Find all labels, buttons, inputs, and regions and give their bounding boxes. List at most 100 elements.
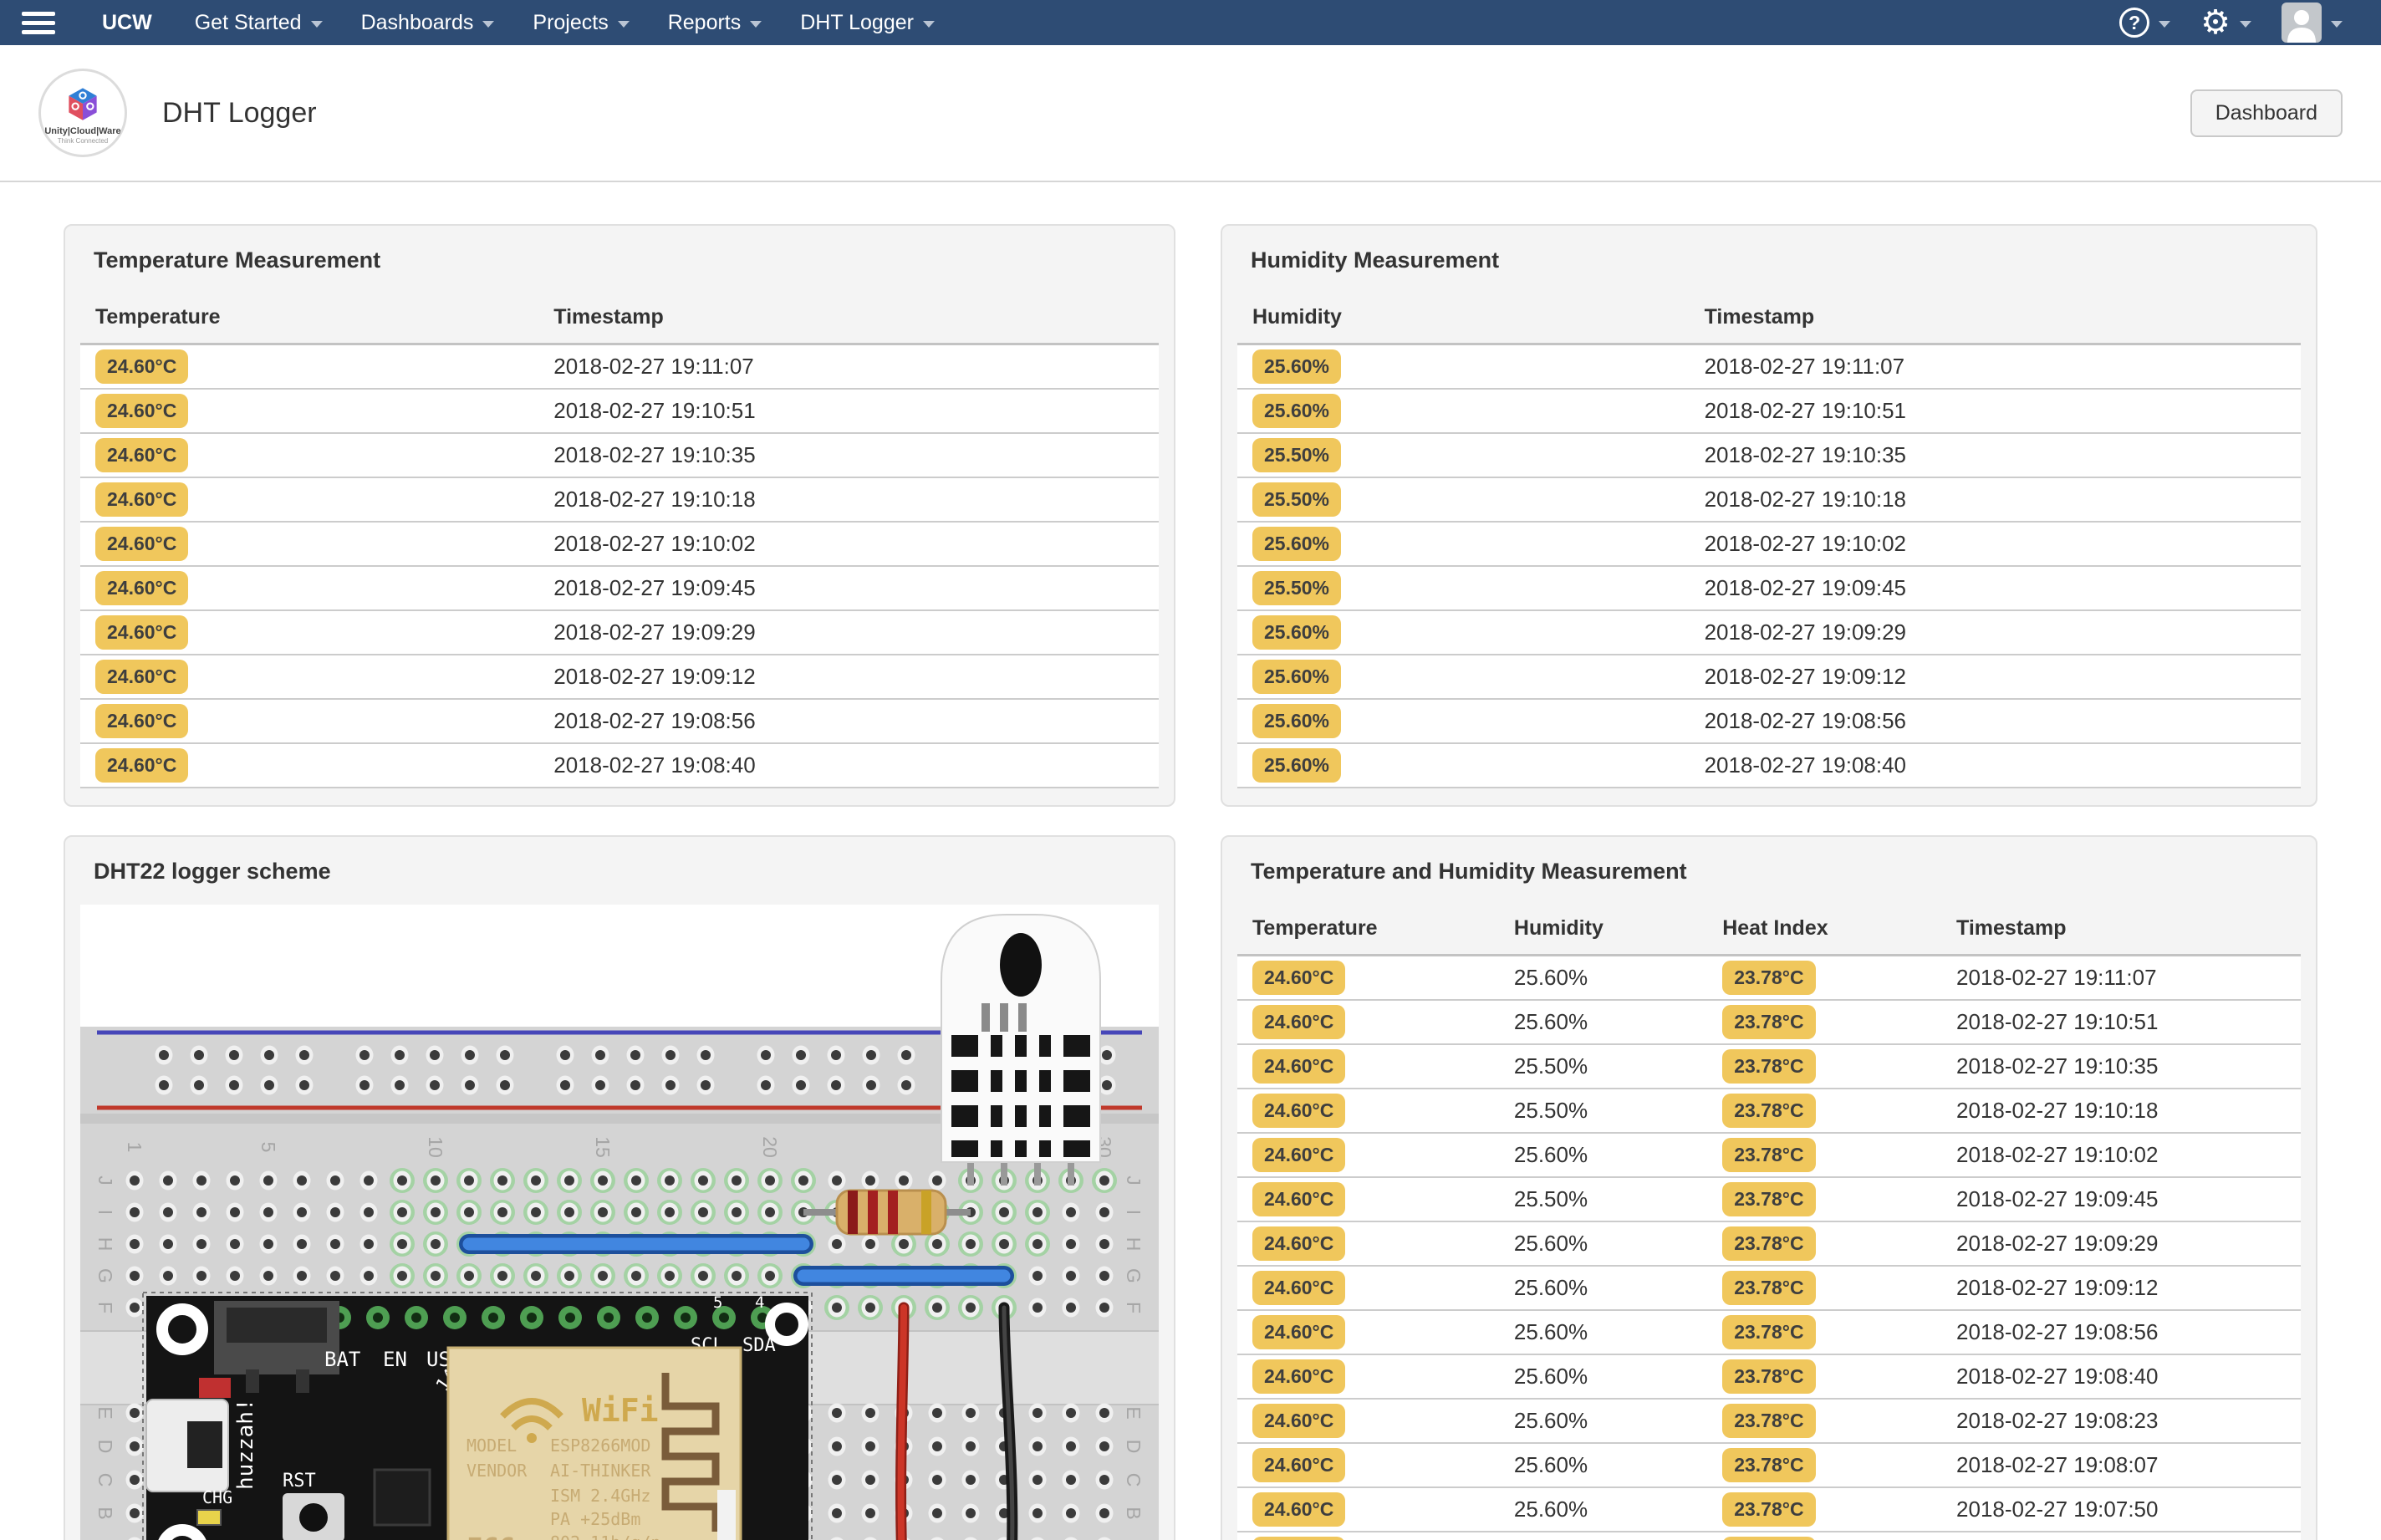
person-icon (2287, 10, 2316, 43)
svg-text:EN: EN (383, 1348, 407, 1371)
badge-cell: 25.60% (1237, 743, 1690, 788)
nav-item-dht-logger[interactable]: DHT Logger (781, 0, 954, 45)
top-navbar: UCW Get Started Dashboards Projects Reports… (0, 0, 2381, 45)
svg-text:F: F (94, 1302, 116, 1313)
column-header: Timestamp (1689, 293, 2301, 345)
panel-humidity: Humidity Measurement Humidity Timestamp 25… (1221, 224, 2317, 807)
svg-text:15: 15 (592, 1136, 614, 1158)
dashboard-grid: Temperature Measurement Temperature Times… (0, 182, 2381, 1540)
text-cell: 2018-02-27 19:09:29 (1956, 1231, 2159, 1256)
badge-cell: 23.78°C (1707, 1221, 1941, 1266)
text-cell: 2018-02-27 19:10:35 (1704, 442, 1907, 467)
avatar (2282, 3, 2322, 43)
chevron-down-icon (750, 21, 762, 28)
temperature-table: Temperature Timestamp 24.60°C 2018-02-27 19… (80, 293, 1159, 788)
value-badge: 24.60°C (1252, 1094, 1346, 1128)
badge-cell: 24.60°C (80, 699, 538, 743)
svg-text:BAT: BAT (324, 1348, 360, 1371)
nav-item-projects[interactable]: Projects (513, 0, 648, 45)
text-cell: 2018-02-27 19:08:23 (1956, 1408, 2159, 1433)
value-badge: 24.60°C (95, 660, 189, 694)
text-cell: 2018-02-27 19:09:12 (1956, 1275, 2159, 1300)
text-cell: 25.50% (1513, 1098, 1588, 1123)
dht22-scheme-image: 1510152030 JJIIHHGGFFEEDDCCBBAA (80, 905, 1159, 1540)
chg-label: CHG (202, 1487, 232, 1507)
value-badge: 23.78°C (1722, 1315, 1816, 1349)
badge-cell: 23.78°C (1707, 1000, 1941, 1044)
badge-cell: 24.60°C (1237, 1000, 1499, 1044)
value-badge: 24.60°C (95, 482, 189, 517)
table-row: 24.60°C 2018-02-27 19:09:12 (80, 655, 1159, 699)
text-cell: 2018-02-27 19:09:12 (553, 664, 756, 689)
value-badge: 23.78°C (1722, 1537, 1816, 1540)
settings-menu[interactable]: ⚙ (2189, 6, 2263, 39)
chevron-down-icon (2331, 21, 2343, 28)
table-row: 24.60°C 25.50% 23.78°C 2018-02-27 19:10:18 (1237, 1089, 2301, 1133)
panel-title: Temperature and Humidity Measurement (1251, 859, 1687, 884)
help-menu[interactable]: ? (2108, 8, 2182, 38)
nav-item-reports[interactable]: Reports (649, 0, 782, 45)
nav-item-dashboards[interactable]: Dashboards (342, 0, 514, 45)
badge-cell: 24.60°C (1237, 1443, 1499, 1487)
text-cell: 2018-02-27 19:11:07 (553, 354, 754, 379)
badge-cell: 24.60°C (1237, 1044, 1499, 1089)
table-row: 24.60°C 25.60% 23.78°C 2018-02-27 19:08:56 (1237, 1310, 2301, 1354)
text-cell: 2018-02-27 19:10:18 (1704, 487, 1907, 512)
value-badge: 24.60°C (1252, 1448, 1346, 1482)
hamburger-menu-icon[interactable] (22, 11, 55, 34)
svg-text:5: 5 (257, 1142, 279, 1153)
table-row: 25.60% 2018-02-27 19:09:29 (1237, 610, 2301, 655)
badge-cell: 24.60°C (1237, 1089, 1499, 1133)
nav-item-get-started[interactable]: Get Started (176, 0, 342, 45)
humidity-table: Humidity Timestamp 25.60% 2018-02-27 19:11:… (1237, 293, 2301, 788)
badge-cell: 23.78°C (1707, 1266, 1941, 1310)
value-badge: 24.60°C (1252, 961, 1346, 995)
text-cell: 2018-02-27 19:10:51 (553, 398, 756, 423)
badge-cell: 24.60°C (80, 344, 538, 390)
badge-cell: 25.50% (1237, 566, 1690, 610)
badge-cell: 24.60°C (1237, 956, 1499, 1001)
logo-text: Unity|Cloud|Ware (44, 126, 121, 136)
table-row: 24.60°C 25.60% 23.78°C 2018-02-27 19:08:40 (1237, 1354, 2301, 1399)
dashboard-button[interactable]: Dashboard (2190, 89, 2343, 137)
badge-cell: 25.50% (1237, 433, 1690, 477)
badge-cell: 24.60°C (80, 566, 538, 610)
user-menu[interactable] (2270, 3, 2354, 43)
badge-cell: 23.78°C (1707, 1177, 1941, 1221)
help-icon: ? (2119, 8, 2150, 38)
badge-cell: 24.60°C (80, 610, 538, 655)
value-badge: 25.60% (1252, 349, 1342, 384)
value-badge: 24.60°C (95, 571, 189, 605)
svg-text:H: H (94, 1237, 116, 1252)
text-cell: 2018-02-27 19:10:18 (1956, 1098, 2159, 1123)
svg-text:C: C (1123, 1473, 1145, 1487)
table-row: 24.60°C 25.60% 23.78°C 2018-02-27 19:11:07 (1237, 955, 2301, 1001)
value-badge: 25.60% (1252, 394, 1342, 428)
badge-cell: 25.60% (1237, 522, 1690, 566)
value-badge: 23.78°C (1722, 1049, 1816, 1084)
value-badge: 24.60°C (95, 438, 189, 472)
text-cell: 2018-02-27 19:10:02 (1704, 531, 1907, 556)
badge-cell: 23.78°C (1707, 1133, 1941, 1177)
app-logo: Unity|Cloud|Ware Think Connected (38, 69, 127, 157)
table-row: 25.60% 2018-02-27 19:10:02 (1237, 522, 2301, 566)
badge-cell: 24.60°C (1237, 1354, 1499, 1399)
panel-title: Temperature Measurement (94, 247, 381, 273)
column-header: Timestamp (538, 293, 1159, 345)
text-cell: 25.60% (1513, 1231, 1588, 1256)
table-row: 25.50% 2018-02-27 19:10:18 (1237, 477, 2301, 522)
text-cell: 2018-02-27 19:07:50 (1956, 1497, 2159, 1522)
nav-items: Get Started Dashboards Projects Reports DHT … (176, 0, 954, 45)
table-row: 24.60°C 25.60% 23.78°C 2018-02-27 19:10:02 (1237, 1133, 2301, 1177)
badge-cell: 23.78°C (1707, 1487, 1941, 1532)
table-row: 24.60°C 25.60% 23.78°C 2018-02-27 19:09:12 (1237, 1266, 2301, 1310)
feather-huzzah-board: BATENUSB14121315016254SCLSDA huzzah! RST… (142, 1292, 813, 1540)
brand-link[interactable]: UCW (90, 11, 164, 35)
badge-cell: 25.60% (1237, 344, 1690, 390)
column-header: Temperature (1237, 905, 1499, 956)
text-cell: 25.60% (1513, 1497, 1588, 1522)
badge-cell: 24.60°C (80, 389, 538, 433)
badge-cell: 24.60°C (1237, 1310, 1499, 1354)
text-cell: 25.60% (1513, 1009, 1588, 1034)
chip (373, 1468, 431, 1527)
